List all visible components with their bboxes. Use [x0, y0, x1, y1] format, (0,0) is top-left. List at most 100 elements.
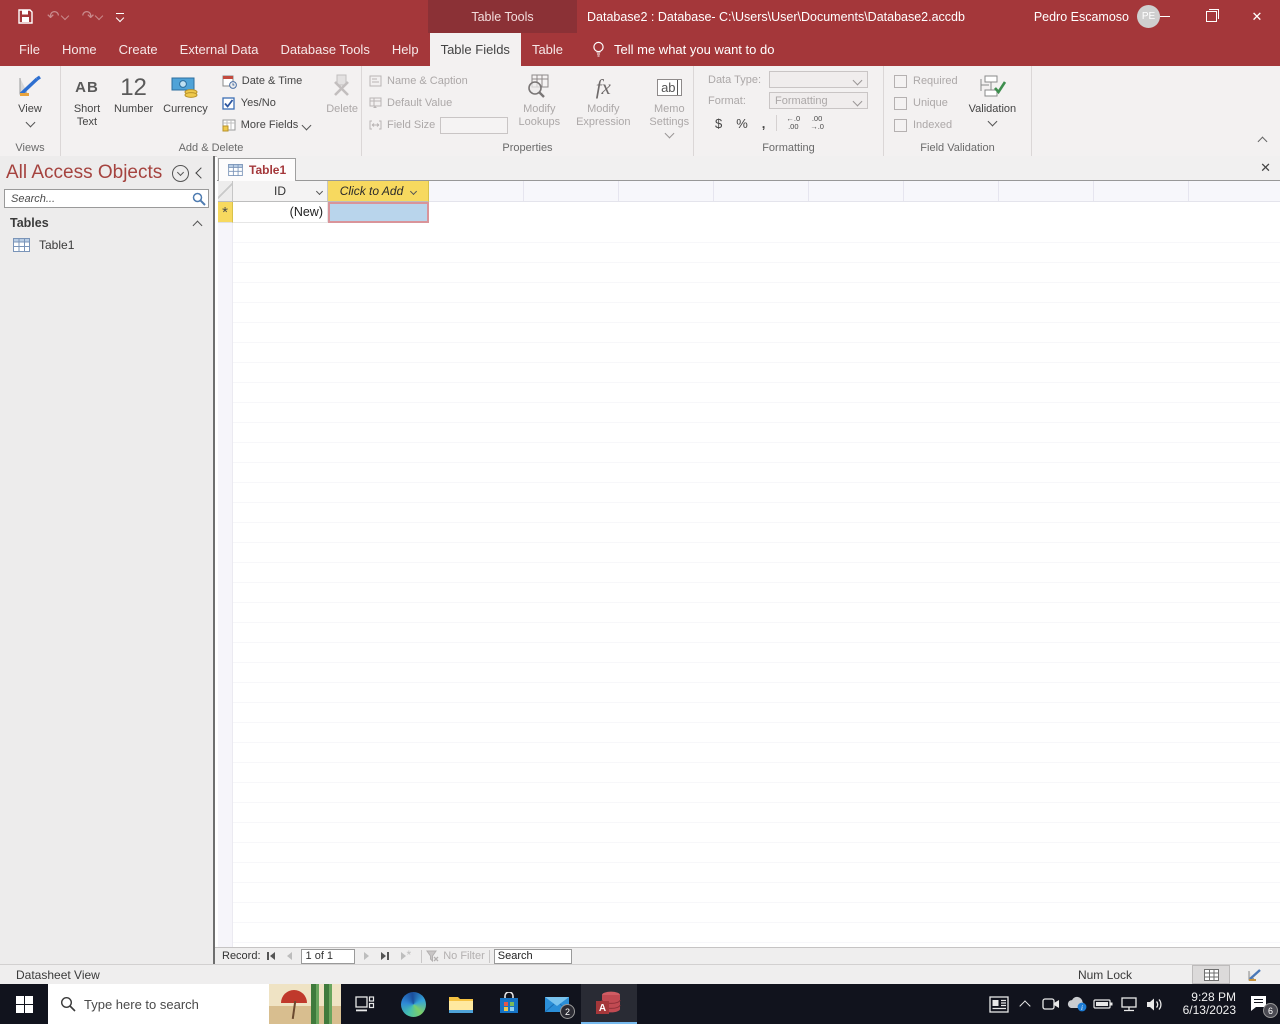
datasheet-view-button[interactable]	[1192, 965, 1230, 984]
taskbar-store-button[interactable]	[485, 984, 533, 1024]
meet-now-button[interactable]	[1038, 984, 1064, 1024]
cell-click-to-add-selected[interactable]	[328, 202, 429, 223]
search-icon[interactable]	[192, 192, 206, 206]
column-header-click-to-add[interactable]: Click to Add	[328, 181, 429, 202]
delete-label: Delete	[326, 103, 359, 115]
group-formatting: Data Type: Format: Formatting $ % , ←.0 …	[694, 66, 884, 156]
taskbar-clock[interactable]: 9:28 PM 6/13/2023	[1174, 991, 1236, 1017]
first-record-icon	[266, 952, 269, 960]
apply-currency-button[interactable]: $	[708, 116, 729, 131]
minimize-button[interactable]	[1142, 0, 1188, 33]
document-tab-table1[interactable]: Table1	[218, 158, 297, 181]
tab-external-data[interactable]: External Data	[169, 33, 270, 66]
battery-button[interactable]	[1090, 984, 1116, 1024]
date-time-label: Date & Time	[241, 75, 303, 87]
document-close-button[interactable]: ✕	[1260, 160, 1271, 176]
number-button[interactable]: 12 Number	[109, 69, 158, 118]
apply-percent-button[interactable]: %	[729, 116, 755, 131]
nav-item-table1[interactable]: Table1	[0, 234, 213, 256]
nav-search-input[interactable]	[9, 191, 192, 206]
tab-file[interactable]: File	[8, 33, 51, 66]
delete-icon	[329, 71, 355, 103]
validation-button[interactable]: Validation	[964, 69, 1022, 127]
increase-decimals-button[interactable]: ←.0 .00	[781, 115, 805, 131]
tab-help[interactable]: Help	[381, 33, 430, 66]
design-view-button[interactable]	[1236, 965, 1274, 984]
short-text-button[interactable]: AB Short Text	[65, 69, 109, 131]
record-position-box[interactable]: 1 of 1	[300, 948, 355, 964]
restore-button[interactable]	[1188, 0, 1234, 33]
column-id-dropdown-icon[interactable]	[315, 187, 324, 196]
taskbar-explorer-button[interactable]	[437, 984, 485, 1024]
redo-button[interactable]: ↷	[82, 9, 104, 24]
tab-home[interactable]: Home	[51, 33, 108, 66]
currency-button[interactable]: Currency	[158, 69, 213, 118]
datasheet-corner-cell[interactable]	[218, 181, 233, 202]
group-label-views: Views	[15, 142, 45, 154]
next-record-icon	[363, 952, 369, 960]
contextual-tab-group: Table Tools	[428, 0, 577, 33]
close-button[interactable]: ✕	[1234, 0, 1280, 33]
more-fields-button[interactable]: More Fields	[219, 115, 313, 135]
cell-id-new[interactable]: (New)	[233, 202, 328, 223]
save-button[interactable]	[18, 9, 33, 24]
status-bar: Datasheet View Num Lock	[0, 964, 1280, 984]
new-record-arrow-icon	[400, 952, 406, 960]
onedrive-cloud-icon: i	[1067, 996, 1087, 1012]
start-button[interactable]	[0, 984, 48, 1024]
volume-button[interactable]	[1142, 984, 1168, 1024]
memo-settings-icon: ab	[657, 71, 682, 103]
window-title: Database2 : Database- C:\Users\User\Docu…	[587, 9, 967, 24]
last-record-button[interactable]	[375, 952, 395, 960]
tell-me-box[interactable]: Tell me what you want to do	[592, 33, 774, 66]
news-widget-button[interactable]	[986, 984, 1012, 1024]
decrease-decimals-button[interactable]: .00 →.0	[805, 115, 829, 131]
apply-comma-button[interactable]: ,	[755, 116, 773, 131]
network-button[interactable]	[1116, 984, 1142, 1024]
undo-button[interactable]: ↶	[47, 9, 69, 24]
clock-date: 6/13/2023	[1182, 1003, 1236, 1017]
system-tray: i 9:28 PM 6/13/2023 6	[986, 984, 1280, 1024]
view-button[interactable]: View	[12, 69, 48, 128]
task-view-button[interactable]	[341, 984, 389, 1024]
tab-database-tools[interactable]: Database Tools	[269, 33, 380, 66]
restore-icon	[1205, 9, 1219, 22]
taskbar-access-button[interactable]: A	[581, 984, 637, 1024]
format-label: Format:	[708, 94, 746, 107]
first-record-button[interactable]	[261, 952, 281, 960]
taskbar-edge-button[interactable]	[389, 984, 437, 1024]
bamboo-image	[311, 984, 337, 1024]
nav-pane-menu-button[interactable]	[172, 164, 189, 182]
nav-group-tables[interactable]: Tables	[0, 208, 213, 234]
store-icon	[500, 992, 518, 1013]
collapse-ribbon-button[interactable]	[1257, 132, 1268, 150]
svg-text:i: i	[1081, 1004, 1083, 1012]
default-value-button: Default Value	[366, 93, 511, 113]
group-label-properties: Properties	[502, 142, 553, 154]
group-label-formatting: Formatting	[762, 142, 815, 154]
decrease-decimals-icon-bottom: →.0	[810, 122, 824, 131]
date-time-button[interactable]: Date & Time	[219, 71, 313, 91]
nav-search-box[interactable]	[4, 189, 209, 208]
record-search-input[interactable]	[493, 948, 572, 964]
shutter-bar-button[interactable]	[193, 164, 209, 182]
customize-qat-chevron-icon	[115, 13, 125, 22]
taskbar-search-box[interactable]: Type here to search	[48, 984, 341, 1024]
click-to-add-dropdown-icon[interactable]	[410, 187, 418, 196]
required-checkbox: Required	[894, 71, 958, 91]
tab-create[interactable]: Create	[108, 33, 169, 66]
notification-center-button[interactable]: 6	[1240, 984, 1280, 1024]
tab-table-fields[interactable]: Table Fields	[429, 33, 521, 66]
customize-qat-button[interactable]	[115, 12, 125, 22]
hidden-icons-button[interactable]	[1012, 984, 1038, 1024]
column-header-id[interactable]: ID	[233, 181, 328, 202]
yes-no-button[interactable]: Yes/No	[219, 93, 313, 113]
search-highlight-image[interactable]	[269, 984, 341, 1024]
status-view-name: Datasheet View	[16, 967, 100, 982]
taskbar-mail-button[interactable]: 2	[533, 984, 581, 1024]
group-properties: Name & Caption Default Value Field Size	[362, 66, 694, 156]
new-row-selector[interactable]: *	[218, 202, 233, 223]
onedrive-button[interactable]: i	[1064, 984, 1090, 1024]
formatting-separator	[776, 115, 778, 131]
tab-table[interactable]: Table	[521, 33, 574, 66]
